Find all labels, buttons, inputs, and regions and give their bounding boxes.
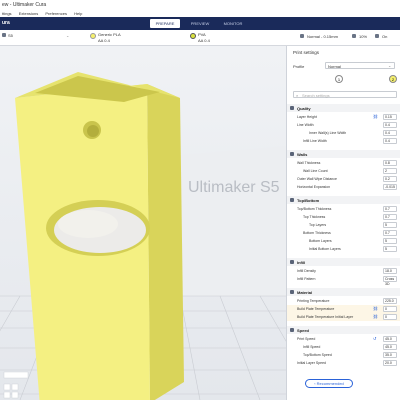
menu-item-extensions[interactable]: Extensions bbox=[19, 11, 39, 16]
app-name: ura bbox=[2, 20, 10, 26]
chevron-down-icon: ⌄ bbox=[388, 63, 392, 68]
search-placeholder: Search settings bbox=[302, 93, 330, 98]
job-bar: S5 ⌄ Generic PLA AA 0.4 PVA AA 0.4 Norma… bbox=[0, 30, 400, 46]
adhesion-icon bbox=[375, 34, 379, 38]
profile-selector[interactable]: Normal - 0.15mm bbox=[307, 34, 338, 39]
top-bottom-icon bbox=[290, 198, 294, 202]
extruder-2-color-icon bbox=[190, 33, 196, 39]
tab-prepare[interactable]: PREPARE bbox=[150, 19, 180, 28]
view-front-button[interactable] bbox=[11, 383, 19, 391]
setting-row[interactable]: Build Plate Temperature Initial Layer ⛓ 0 bbox=[287, 313, 400, 321]
view-side-button[interactable] bbox=[11, 391, 19, 399]
extruder-tab-1[interactable]: 1 bbox=[335, 75, 343, 83]
section-infill[interactable]: Infill bbox=[287, 258, 400, 266]
print-settings-panel: Print settings Profile Normal ⌄ 1 2 ⌕ Se… bbox=[286, 46, 400, 400]
menu-bar: ttings Extensions Preferences Help bbox=[0, 10, 400, 17]
chevron-down-icon[interactable]: ⌄ bbox=[66, 33, 69, 38]
profile-label: Profile bbox=[293, 64, 305, 69]
setting-row[interactable]: Initial Layer Speed 20.0 bbox=[287, 359, 400, 367]
setting-row[interactable]: Top Layers 5 bbox=[287, 221, 400, 229]
tab-preview[interactable]: PREVIEW bbox=[186, 19, 214, 28]
viewport-scene: Ultimaker S5 bbox=[0, 46, 286, 400]
search-icon: ⌕ bbox=[296, 93, 299, 98]
setting-row[interactable]: Top Thickness 0.7 bbox=[287, 213, 400, 221]
search-settings-input[interactable]: ⌕ Search settings bbox=[293, 91, 397, 98]
setting-row[interactable]: Wall Thickness 0.8 bbox=[287, 159, 400, 167]
setting-row[interactable]: Inner Wall(s) Line Width 0.4 bbox=[287, 129, 400, 137]
setting-row[interactable]: Infill Pattern Cross 3D bbox=[287, 275, 400, 286]
extruder-2-material[interactable]: PVA bbox=[198, 32, 206, 37]
view-toolbar[interactable] bbox=[3, 371, 29, 379]
section-speed[interactable]: Speed bbox=[287, 326, 400, 334]
profile-icon bbox=[300, 34, 304, 38]
setting-row[interactable]: Wall Line Count 2 bbox=[287, 167, 400, 175]
setting-row[interactable]: Horizontal Expansion -0.015 bbox=[287, 183, 400, 191]
setting-row[interactable]: Layer Height ⛓ 0.15 bbox=[287, 113, 400, 121]
link-icon[interactable]: ⛓ bbox=[373, 315, 378, 319]
window-title: ew - Ultimaker Cura bbox=[2, 2, 47, 8]
setting-row[interactable]: Bottom Thickness 0.7 bbox=[287, 229, 400, 237]
menu-item-preferences[interactable]: Preferences bbox=[45, 11, 67, 16]
window-titlebar: ew - Ultimaker Cura bbox=[0, 0, 400, 10]
setting-row[interactable]: Infill Speed 45.0 bbox=[287, 343, 400, 351]
support-value[interactable]: 10% bbox=[359, 34, 367, 39]
setting-row[interactable]: Line Width 0.4 bbox=[287, 121, 400, 129]
support-icon bbox=[352, 34, 356, 38]
speed-icon bbox=[290, 328, 294, 332]
setting-row[interactable]: Initial Bottom Layers 5 bbox=[287, 245, 400, 253]
setting-row[interactable]: Infill Line Width 0.4 bbox=[287, 137, 400, 145]
setting-row[interactable]: Top/Bottom Speed 35.0 bbox=[287, 351, 400, 359]
extruder-1-material[interactable]: Generic PLA bbox=[98, 32, 121, 37]
extruder-1-core[interactable]: AA 0.4 bbox=[98, 38, 110, 43]
setting-row[interactable]: Infill Density 18.0 bbox=[287, 267, 400, 275]
panel-title: Print settings bbox=[293, 50, 320, 55]
extruder-2-core[interactable]: AA 0.4 bbox=[198, 38, 210, 43]
extruder-tab-2[interactable]: 2 bbox=[389, 75, 397, 83]
setting-row[interactable]: Printing Temperature 225.0 bbox=[287, 297, 400, 305]
menu-item-settings[interactable]: ttings bbox=[2, 11, 12, 16]
setting-row[interactable]: Build Plate Temperature ⛓ 0 bbox=[287, 305, 400, 313]
quality-icon bbox=[290, 106, 294, 110]
tab-monitor[interactable]: MONITOR bbox=[218, 19, 248, 28]
build-volume-wall bbox=[170, 146, 286, 296]
view-top-button[interactable] bbox=[3, 391, 11, 399]
profile-dropdown[interactable]: Normal ⌄ bbox=[325, 62, 395, 69]
3d-viewport[interactable]: Ultimaker S5 bbox=[0, 46, 286, 400]
profile-dropdown-value: Normal bbox=[328, 64, 341, 69]
setting-row[interactable]: Top/Bottom Thickness 0.7 bbox=[287, 205, 400, 213]
section-walls[interactable]: Walls bbox=[287, 150, 400, 158]
view-3d-button[interactable] bbox=[3, 383, 11, 391]
link-icon[interactable]: ⛓ bbox=[373, 115, 378, 119]
app-header: ura PREPARE PREVIEW MONITOR bbox=[0, 17, 400, 30]
walls-icon bbox=[290, 152, 294, 156]
reset-icon[interactable]: ↺ bbox=[373, 337, 377, 341]
menu-item-help[interactable]: Help bbox=[74, 11, 82, 16]
printer-icon bbox=[2, 33, 6, 37]
material-icon bbox=[290, 290, 294, 294]
infill-icon bbox=[290, 260, 294, 264]
adhesion-value[interactable]: On bbox=[382, 34, 387, 39]
setting-row[interactable]: Outer Wall Wipe Distance 0.2 bbox=[287, 175, 400, 183]
printer-selector[interactable]: S5 bbox=[8, 33, 13, 38]
recommended-button[interactable]: ‹ Recommended bbox=[305, 379, 353, 388]
setting-row[interactable]: Print Speed ↺ 45.0 bbox=[287, 335, 400, 343]
model-object[interactable] bbox=[15, 72, 184, 400]
section-quality[interactable]: Quality bbox=[287, 104, 400, 112]
extruder-1-color-icon bbox=[90, 33, 96, 39]
setting-row[interactable]: Bottom Layers 5 bbox=[287, 237, 400, 245]
section-material[interactable]: Material bbox=[287, 288, 400, 296]
section-top-bottom[interactable]: Top/Bottom bbox=[287, 196, 400, 204]
link-icon[interactable]: ⛓ bbox=[373, 307, 378, 311]
build-plate-label: Ultimaker S5 bbox=[188, 179, 280, 196]
